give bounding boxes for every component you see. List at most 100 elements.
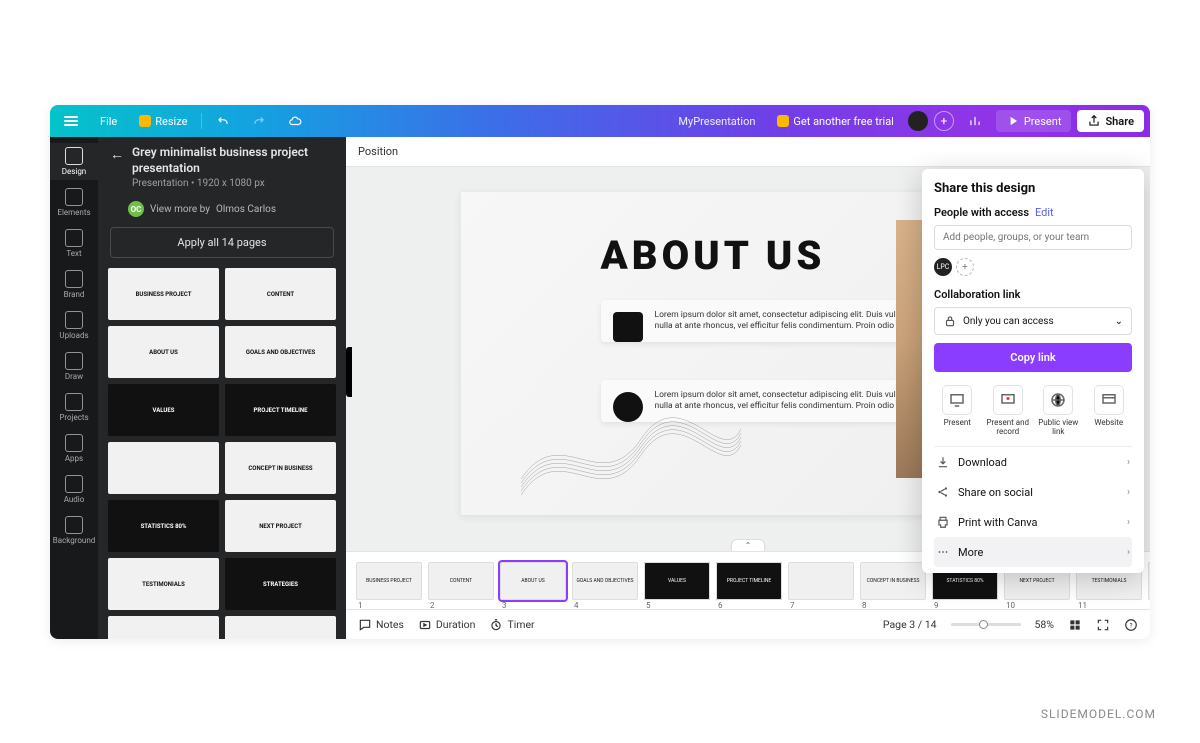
template-thumb[interactable]: NEXT PROJECT	[225, 500, 336, 552]
share-grid-item[interactable]: Public view link	[1035, 385, 1082, 436]
share-label: Share	[1105, 115, 1134, 128]
zoom-slider-thumb[interactable]	[979, 620, 988, 629]
share-list-item-social[interactable]: Share on social›	[934, 477, 1132, 507]
add-member-button[interactable]: +	[956, 258, 974, 276]
filmstrip-thumb[interactable]: PROJECT TIMELINE6	[716, 562, 782, 600]
chevron-right-icon: ›	[1127, 547, 1130, 558]
trial-label: Get another free trial	[793, 115, 893, 128]
clipboard-target-icon	[613, 312, 643, 342]
undo-button[interactable]	[208, 110, 238, 132]
template-thumb[interactable]: CONCEPT IN BUSINESS	[225, 442, 336, 494]
fullscreen-button[interactable]	[1096, 618, 1110, 632]
film-page-number: 7	[790, 601, 795, 610]
share-grid-icon	[1043, 385, 1073, 415]
template-thumb[interactable]: ABOUT US	[108, 326, 219, 378]
share-grid-item[interactable]: Present and record	[985, 385, 1032, 436]
file-menu[interactable]: File	[92, 111, 125, 132]
film-page-number: 3	[502, 601, 507, 610]
rail-item-audio[interactable]: Audio	[50, 471, 98, 508]
rail-item-draw[interactable]: Draw	[50, 348, 98, 385]
template-thumb[interactable]: OUR TEAM	[108, 616, 219, 639]
slide-title-text[interactable]: ABOUT US	[601, 232, 826, 279]
filmstrip-thumb[interactable]: 12	[1148, 562, 1150, 600]
rail-item-apps[interactable]: Apps	[50, 430, 98, 467]
present-button[interactable]: Present	[996, 110, 1072, 132]
apply-all-button[interactable]: Apply all 14 pages	[110, 227, 334, 258]
filmstrip-thumb[interactable]: ABOUT US3	[500, 562, 566, 600]
filmstrip-thumb[interactable]: VALUES5	[644, 562, 710, 600]
bottom-toolbar: Notes Duration Timer Page 3 / 14 58% ?	[346, 609, 1150, 639]
share-list-item-download[interactable]: Download›	[934, 447, 1132, 477]
notes-button[interactable]: Notes	[358, 618, 404, 632]
position-button[interactable]: Position	[358, 145, 398, 158]
document-name[interactable]: MyPresentation	[670, 111, 763, 132]
rail-item-background[interactable]: Background	[50, 512, 98, 549]
template-thumb[interactable]: VALUES	[108, 384, 219, 436]
template-author[interactable]: OC View more by Olmos Carlos	[98, 197, 346, 227]
share-grid-item[interactable]: Website	[1086, 385, 1133, 436]
film-label: GOALS AND OBJECTIVES	[577, 578, 634, 584]
rail-item-brand[interactable]: Brand	[50, 266, 98, 303]
link-access-select[interactable]: Only you can access ⌄	[934, 307, 1132, 335]
cloud-sync-button[interactable]	[280, 110, 310, 132]
grid-view-button[interactable]	[1068, 618, 1082, 632]
analytics-button[interactable]	[960, 110, 990, 132]
share-list-label: Print with Canva	[958, 516, 1038, 529]
template-thumb[interactable]: STATISTICS 80%	[108, 500, 219, 552]
rail-label: Audio	[64, 495, 85, 504]
filmstrip-thumb[interactable]: BUSINESS PROJECT1	[356, 562, 422, 600]
help-icon: ?	[1124, 618, 1138, 632]
slide-card-2-text: Lorem ipsum dolor sit amet, consectetur …	[655, 390, 920, 411]
rail-icon	[65, 434, 83, 452]
template-thumb[interactable]: CONTENT	[225, 268, 336, 320]
template-thumb[interactable]	[108, 442, 219, 494]
member-avatar[interactable]: LPC	[934, 258, 952, 276]
rail-item-design[interactable]: Design	[50, 143, 98, 180]
resize-button[interactable]: Resize	[131, 111, 195, 132]
zoom-slider[interactable]	[951, 623, 1021, 626]
template-thumb[interactable]: STRATEGIES	[225, 558, 336, 610]
timer-button[interactable]: Timer	[489, 618, 534, 632]
add-member-button[interactable]: +	[934, 111, 954, 131]
template-thumb[interactable]: PROJECT TIMELINE	[225, 384, 336, 436]
user-avatar[interactable]	[908, 111, 928, 131]
timer-label: Timer	[507, 618, 534, 631]
author-badge-icon: OC	[128, 201, 144, 217]
redo-button[interactable]	[244, 110, 274, 132]
filmstrip-toggle[interactable]: ⌃	[731, 539, 765, 551]
filmstrip-thumb[interactable]: 7	[788, 562, 854, 600]
share-button[interactable]: Share	[1077, 110, 1144, 132]
template-thumb[interactable]: GOALS AND OBJECTIVES	[225, 326, 336, 378]
share-grid-label: Public view link	[1035, 418, 1082, 436]
rail-item-text[interactable]: Text	[50, 225, 98, 262]
rail-item-elements[interactable]: Elements	[50, 184, 98, 221]
duration-button[interactable]: Duration	[418, 618, 476, 632]
free-trial-button[interactable]: Get another free trial	[769, 111, 901, 132]
filmstrip-thumb[interactable]: CONTENT2	[428, 562, 494, 600]
rail-item-uploads[interactable]: Uploads	[50, 307, 98, 344]
template-thumb[interactable]: TESTIMONIALS	[108, 558, 219, 610]
page-indicator[interactable]: Page 3 / 14	[883, 618, 937, 631]
share-grid-item[interactable]: Present	[934, 385, 981, 436]
rail-item-projects[interactable]: Projects	[50, 389, 98, 426]
template-thumb[interactable]: BUSINESS PROJECT	[108, 268, 219, 320]
add-people-input[interactable]	[934, 225, 1132, 250]
panel-collapse-handle[interactable]	[346, 347, 352, 397]
filmstrip-thumb[interactable]: GOALS AND OBJECTIVES4	[572, 562, 638, 600]
copy-link-button[interactable]: Copy link	[934, 343, 1132, 372]
rail-label: Draw	[65, 372, 83, 381]
zoom-value[interactable]: 58%	[1035, 618, 1055, 631]
share-list-item-more[interactable]: More›	[934, 537, 1132, 567]
filmstrip-thumb[interactable]: CONCEPT IN BUSINESS8	[860, 562, 926, 600]
edit-access-link[interactable]: Edit	[1035, 206, 1054, 219]
share-list-item-print[interactable]: Print with Canva›	[934, 507, 1132, 537]
more-icon	[936, 545, 950, 559]
back-button[interactable]: ←	[108, 145, 126, 163]
rail-icon	[65, 188, 83, 206]
template-thumb[interactable]: THANKS FOR WATCHING	[225, 616, 336, 639]
watermark: SLIDEMODEL.COM	[1041, 707, 1156, 721]
menu-button[interactable]	[56, 112, 86, 130]
rail-icon	[65, 147, 83, 165]
film-label: ABOUT US	[521, 578, 544, 584]
help-button[interactable]: ?	[1124, 618, 1138, 632]
